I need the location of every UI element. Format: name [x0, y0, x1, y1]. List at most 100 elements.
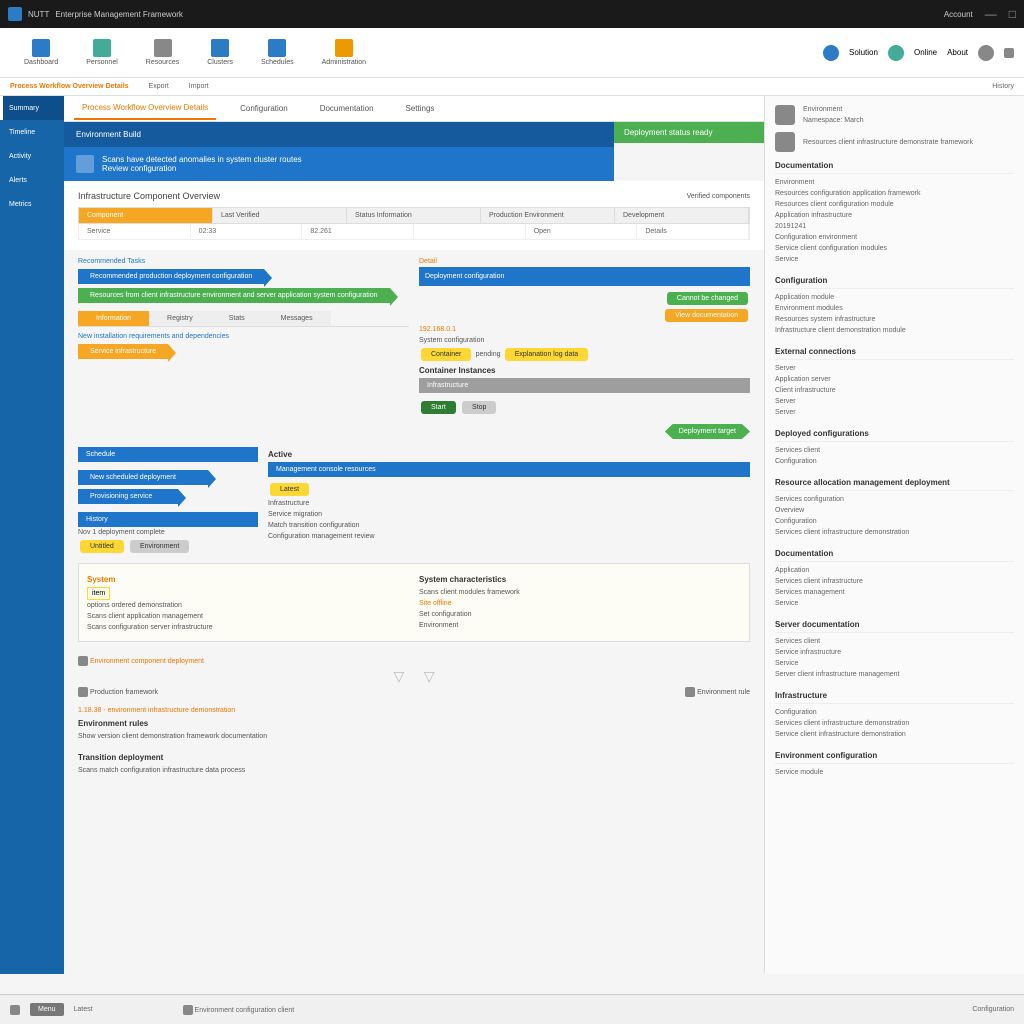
- footer-icon[interactable]: [10, 1005, 20, 1015]
- rp-section-head[interactable]: Server documentation: [775, 617, 1014, 633]
- account-link[interactable]: Account: [944, 10, 973, 19]
- rp-line[interactable]: Service: [775, 254, 1014, 265]
- rp-line[interactable]: Application server: [775, 374, 1014, 385]
- maximize-button[interactable]: □: [1009, 7, 1016, 21]
- bar-prov[interactable]: Provisioning service: [78, 489, 178, 504]
- sidebar-item-timeline[interactable]: Timeline: [0, 120, 64, 144]
- th-component[interactable]: Component: [79, 208, 213, 223]
- subtab-messages[interactable]: Messages: [263, 311, 331, 326]
- rp-line[interactable]: Environment: [775, 177, 1014, 188]
- sub-export[interactable]: Export: [149, 83, 169, 90]
- th-verified[interactable]: Last Verified: [213, 208, 347, 223]
- recommendation-blue[interactable]: Recommended production deployment config…: [78, 269, 264, 284]
- pill-env[interactable]: Environment: [130, 540, 189, 553]
- tool-administration[interactable]: Administration: [308, 35, 380, 70]
- rp-line[interactable]: Server: [775, 396, 1014, 407]
- breadcrumb-active[interactable]: Process Workflow Overview Details: [10, 83, 129, 90]
- recommendation-green[interactable]: Resources from client infrastructure env…: [78, 288, 390, 303]
- rp-line[interactable]: Client infrastructure: [775, 385, 1014, 396]
- rp-line[interactable]: Configuration: [775, 516, 1014, 527]
- rp-line[interactable]: Services configuration: [775, 494, 1014, 505]
- rp-line[interactable]: Configuration: [775, 456, 1014, 467]
- sub-history[interactable]: History: [992, 83, 1014, 90]
- hdr-about[interactable]: About: [947, 48, 968, 57]
- sidebar-item-summary[interactable]: Summary: [0, 96, 64, 120]
- tab-documentation[interactable]: Documentation: [312, 98, 382, 119]
- sidebar-item-activity[interactable]: Activity: [0, 144, 64, 168]
- sub-import[interactable]: Import: [189, 83, 209, 90]
- settings-icon[interactable]: [1004, 48, 1014, 58]
- tab-settings[interactable]: Settings: [398, 98, 443, 119]
- rp-line[interactable]: Service: [775, 658, 1014, 669]
- rp-line[interactable]: Service module: [775, 767, 1014, 778]
- sub-title[interactable]: New installation requirements and depend…: [78, 331, 409, 342]
- rp-line[interactable]: Services client infrastructure demonstra…: [775, 718, 1014, 729]
- rp-line[interactable]: Services client infrastructure: [775, 576, 1014, 587]
- bar-deploy[interactable]: New scheduled deployment: [78, 470, 208, 485]
- rp-line[interactable]: Configuration: [775, 707, 1014, 718]
- table-row[interactable]: Service 02:33 82.261 Open Details: [78, 224, 750, 240]
- rp-line[interactable]: Application infrastructure: [775, 210, 1014, 221]
- recommended-link[interactable]: Recommended Tasks: [78, 256, 409, 267]
- stop-button[interactable]: Stop: [462, 401, 496, 414]
- pill-log[interactable]: Explanation log data: [505, 348, 588, 361]
- rp-line[interactable]: Server: [775, 407, 1014, 418]
- subtab-registry[interactable]: Registry: [149, 311, 211, 326]
- footer-menu-button[interactable]: Menu: [30, 1003, 64, 1016]
- rp-line[interactable]: Overview: [775, 505, 1014, 516]
- hex-deployment[interactable]: Deployment target: [665, 424, 750, 439]
- rp-line[interactable]: Service infrastructure: [775, 647, 1014, 658]
- pill-container[interactable]: Container: [421, 348, 471, 361]
- rp-section-head[interactable]: Documentation: [775, 158, 1014, 174]
- subtab-info[interactable]: Information: [78, 311, 149, 326]
- rp-section-head[interactable]: Resource allocation management deploymen…: [775, 475, 1014, 491]
- orange-arrow[interactable]: Service infrastructure: [78, 344, 168, 359]
- rp-line[interactable]: Services client infrastructure demonstra…: [775, 527, 1014, 538]
- rp-section-head[interactable]: Deployed configurations: [775, 426, 1014, 442]
- rp-line[interactable]: Environment modules: [775, 303, 1014, 314]
- mid-sub[interactable]: Management console resources: [268, 462, 750, 477]
- footer-env[interactable]: Environment configuration client: [195, 1006, 295, 1013]
- status-icon[interactable]: [888, 45, 904, 61]
- hdr-online[interactable]: Online: [914, 48, 937, 57]
- rp-line[interactable]: 20191241: [775, 221, 1014, 232]
- pill-latest[interactable]: Latest: [270, 483, 309, 496]
- rp-line[interactable]: Services client: [775, 445, 1014, 456]
- globe-icon[interactable]: [823, 45, 839, 61]
- th-status[interactable]: Status Information: [347, 208, 481, 223]
- rp-line[interactable]: Application: [775, 565, 1014, 576]
- minimize-button[interactable]: —: [985, 7, 997, 21]
- th-prod[interactable]: Production Environment: [481, 208, 615, 223]
- tool-resources[interactable]: Resources: [132, 35, 193, 70]
- tab-configuration[interactable]: Configuration: [232, 98, 296, 119]
- rp-line[interactable]: Configuration environment: [775, 232, 1014, 243]
- rp-line[interactable]: Infrastructure client demonstration modu…: [775, 325, 1014, 336]
- start-button[interactable]: Start: [421, 401, 456, 414]
- rp-line[interactable]: Service client infrastructure demonstrat…: [775, 729, 1014, 740]
- th-dev[interactable]: Development: [615, 208, 749, 223]
- rp-line[interactable]: Services client: [775, 636, 1014, 647]
- rp-line[interactable]: Server client infrastructure management: [775, 669, 1014, 680]
- sidebar-item-alerts[interactable]: Alerts: [0, 168, 64, 192]
- pill-docs[interactable]: View documentation: [665, 309, 748, 322]
- rp-line[interactable]: Resources configuration application fram…: [775, 188, 1014, 199]
- footer-config[interactable]: Configuration: [972, 1006, 1014, 1013]
- rp-line[interactable]: Service client configuration modules: [775, 243, 1014, 254]
- footer-latest[interactable]: Latest: [74, 1006, 93, 1013]
- avatar-icon[interactable]: [978, 45, 994, 61]
- rp-line[interactable]: Server: [775, 363, 1014, 374]
- rp-line[interactable]: Resources system infrastructure: [775, 314, 1014, 325]
- rp-line[interactable]: Service: [775, 598, 1014, 609]
- rp-section-head[interactable]: Documentation: [775, 546, 1014, 562]
- tool-dashboard[interactable]: Dashboard: [10, 35, 72, 70]
- rp-section-head[interactable]: External connections: [775, 344, 1014, 360]
- rp-line[interactable]: Resources client configuration module: [775, 199, 1014, 210]
- rp-section-head[interactable]: Configuration: [775, 273, 1014, 289]
- history-head[interactable]: History: [78, 512, 258, 527]
- card-deployment[interactable]: Deployment configuration: [419, 267, 750, 286]
- rp-section-head[interactable]: Environment configuration: [775, 748, 1014, 764]
- tool-schedules[interactable]: Schedules: [247, 35, 308, 70]
- left-head[interactable]: Schedule: [78, 447, 258, 462]
- tool-clusters[interactable]: Clusters: [193, 35, 247, 70]
- rp-line[interactable]: Application module: [775, 292, 1014, 303]
